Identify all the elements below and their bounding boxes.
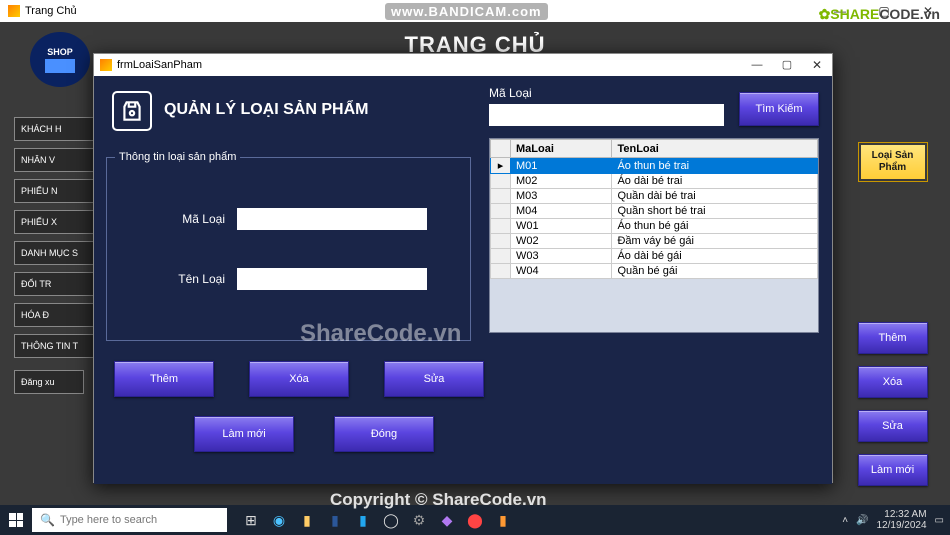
taskbar-search[interactable]: 🔍Type here to search (32, 508, 227, 532)
system-tray[interactable]: ˄ 🔊 12:32 AM 12/19/2024 ▭ (842, 509, 950, 531)
modal-maximize-icon[interactable]: ▢ (772, 54, 802, 76)
logout-button[interactable]: Đăng xu (14, 370, 84, 394)
info-fieldset: Thông tin loại sản phẩm Mã Loại Tên Loại (106, 151, 471, 341)
modal-title-text: frmLoaiSanPham (117, 59, 202, 71)
taskview-icon[interactable]: ⊞ (237, 505, 265, 535)
product-type-modal: frmLoaiSanPham — ▢ ✕ QUẢN LÝ LOẠI SẢN PH… (93, 53, 833, 483)
clock[interactable]: 12:32 AM 12/19/2024 (876, 509, 926, 531)
ten-loai-input[interactable] (237, 268, 427, 290)
form-header-icon (112, 91, 152, 131)
app2-icon[interactable]: ▮ (489, 505, 517, 535)
table-row[interactable]: W02Đầm váy bé gái (491, 234, 818, 249)
right-xóa-button[interactable]: Xóa (858, 366, 928, 398)
vscode-icon[interactable]: ▮ (349, 505, 377, 535)
word-icon[interactable]: ▮ (321, 505, 349, 535)
modal-minimize-icon[interactable]: — (742, 54, 772, 76)
dong-button[interactable]: Đóng (334, 416, 434, 452)
app1-icon[interactable]: ⚙ (405, 505, 433, 535)
main-title-text: Trang Chủ (25, 5, 77, 17)
bandicam-watermark: www.BANDICAM.com (385, 3, 548, 20)
table-row[interactable]: M03Quần dài bé trai (491, 189, 818, 204)
ten-loai-label: Tên Loại (107, 272, 237, 286)
modal-titlebar[interactable]: frmLoaiSanPham — ▢ ✕ (94, 54, 832, 76)
lammoi-button[interactable]: Làm mới (194, 416, 294, 452)
volume-icon[interactable]: 🔊 (856, 515, 868, 526)
vs-icon[interactable]: ◆ (433, 505, 461, 535)
modal-close-icon[interactable]: ✕ (802, 54, 832, 76)
xoa-button[interactable]: Xóa (249, 361, 349, 397)
sharecode-watermark: ✿SHARECODE.vn (819, 6, 940, 23)
taskbar: 🔍Type here to search ⊞ ◉ ▮ ▮ ▮ ◯ ⚙ ◆ ⬤ ▮… (0, 505, 950, 535)
start-button[interactable] (0, 505, 32, 535)
fieldset-legend: Thông tin loại sản phẩm (115, 151, 240, 163)
app-icon (8, 5, 20, 17)
modal-icon (100, 59, 112, 71)
taskbar-items: ⊞ ◉ ▮ ▮ ▮ ◯ ⚙ ◆ ⬤ ▮ (237, 505, 517, 535)
table-row[interactable]: M02Áo dài bé trai (491, 174, 818, 189)
them-button[interactable]: Thêm (114, 361, 214, 397)
notification-icon[interactable]: ▭ (935, 515, 944, 526)
chrome-icon[interactable]: ◯ (377, 505, 405, 535)
bandicam-icon[interactable]: ⬤ (461, 505, 489, 535)
product-type-button[interactable]: Loại Sản Phẩm (858, 142, 928, 182)
shop-logo: SHOP (30, 32, 90, 87)
table-row[interactable]: ▸M01Áo thun bé trai (491, 158, 818, 174)
modal-heading: QUẢN LÝ LOẠI SẢN PHẨM (164, 101, 368, 119)
right-làm mới-button[interactable]: Làm mới (858, 454, 928, 486)
right-thêm-button[interactable]: Thêm (858, 322, 928, 354)
ma-loai-label: Mã Loại (107, 212, 237, 226)
table-row[interactable]: W03Áo dài bé gái (491, 249, 818, 264)
explorer-icon[interactable]: ▮ (293, 505, 321, 535)
tray-chevron-icon[interactable]: ˄ (842, 515, 848, 526)
table-row[interactable]: W04Quần bé gái (491, 264, 818, 279)
right-sửa-button[interactable]: Sửa (858, 410, 928, 442)
search-input[interactable] (489, 104, 724, 126)
data-grid[interactable]: MaLoaiTenLoai▸M01Áo thun bé traiM02Áo dà… (489, 138, 819, 333)
table-row[interactable]: M04Quần short bé trai (491, 204, 818, 219)
table-row[interactable]: W01Áo thun bé gái (491, 219, 818, 234)
timkiem-button[interactable]: Tìm Kiếm (739, 92, 819, 126)
search-icon: 🔍 (40, 513, 55, 527)
sua-button[interactable]: Sửa (384, 361, 484, 397)
ma-loai-input[interactable] (237, 208, 427, 230)
edge-icon[interactable]: ◉ (265, 505, 293, 535)
